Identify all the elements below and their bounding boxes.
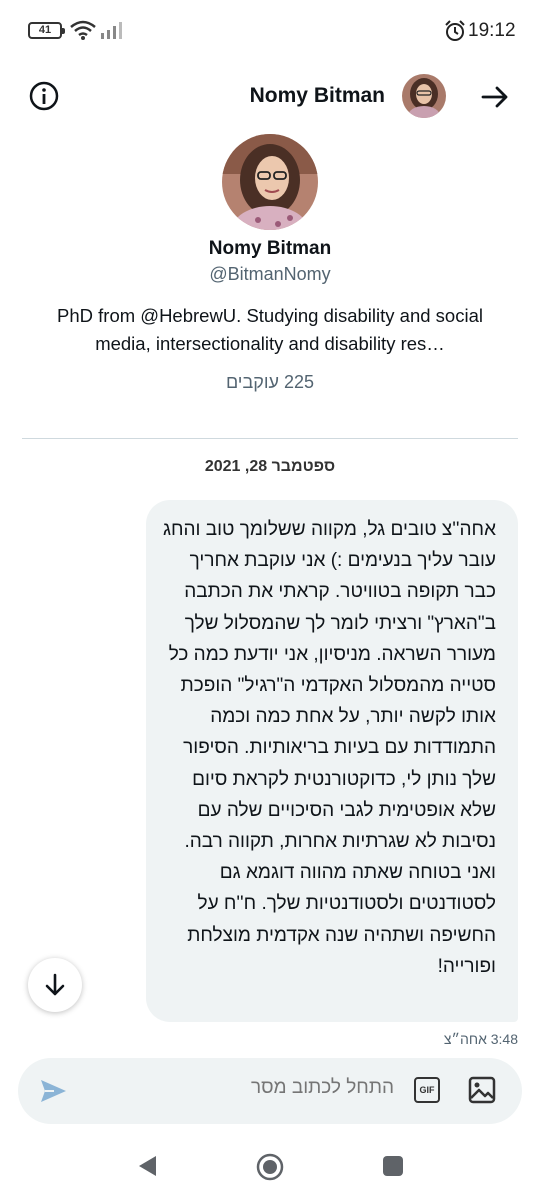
signal-icon: [101, 22, 122, 39]
message-composer: GIF: [18, 1058, 522, 1124]
message-bubble[interactable]: אחה''צ טובים גל, מקווה ששלומך טוב והחג ע…: [146, 500, 518, 1022]
nav-recents-icon[interactable]: [383, 1156, 403, 1176]
nav-home-icon[interactable]: [256, 1153, 284, 1181]
divider: [22, 438, 518, 439]
date-separator: ספטמבר 28, 2021: [204, 458, 336, 475]
battery-indicator: 41: [28, 22, 65, 39]
arrow-down-icon: [45, 973, 65, 996]
alarm-icon: [445, 20, 465, 41]
profile-handle[interactable]: @BitmanNomy: [0, 264, 540, 285]
scroll-down-button[interactable]: [28, 958, 82, 1012]
clock: 19:12: [468, 20, 516, 41]
status-bar: 41 19:12: [0, 0, 540, 60]
header-title[interactable]: Nomy Bitman: [250, 84, 385, 108]
message-timestamp: 3:48 אחה״צ: [443, 1031, 518, 1047]
message-input[interactable]: [194, 1077, 394, 1099]
conversation-header: Nomy Bitman: [0, 70, 540, 126]
image-icon[interactable]: [468, 1076, 496, 1104]
gif-button[interactable]: GIF: [414, 1077, 440, 1103]
info-icon[interactable]: [28, 80, 60, 112]
send-icon[interactable]: [38, 1076, 68, 1106]
profile-name[interactable]: Nomy Bitman: [0, 238, 540, 260]
followers-label: עוקבים: [225, 372, 279, 392]
profile-avatar[interactable]: [222, 134, 318, 230]
header-avatar[interactable]: [402, 74, 446, 118]
arrow-right-icon[interactable]: [480, 82, 510, 112]
wifi-icon: [70, 20, 96, 40]
profile-bio: PhD from @HebrewU. Studying disability a…: [57, 305, 483, 354]
followers-number: 225: [284, 372, 315, 392]
nav-back-icon[interactable]: [136, 1154, 158, 1178]
followers-count[interactable]: 225 עוקבים: [0, 372, 540, 393]
